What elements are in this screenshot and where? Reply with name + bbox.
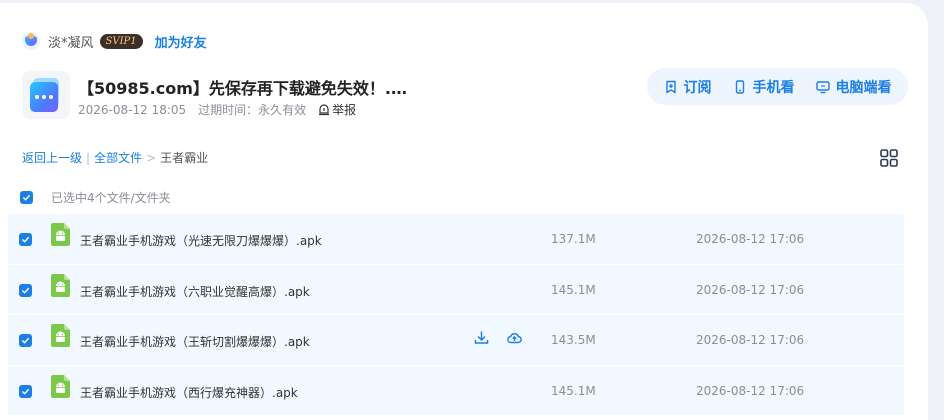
mobile-view-button[interactable]: 手机看 — [733, 77, 795, 97]
file-row[interactable]: 王者霸业手机游戏（王斩切割爆爆爆）.apk 143.5M 2026-08-12 … — [8, 315, 904, 366]
back-link[interactable]: 返回上一级 — [22, 149, 82, 166]
file-size: 137.1M — [551, 232, 596, 246]
file-name[interactable]: 王者霸业手机游戏（王斩切割爆爆爆）.apk — [80, 333, 310, 350]
alert-shield-icon — [319, 103, 330, 115]
expire-label: 过期时间： — [198, 103, 259, 117]
file-checkbox[interactable] — [19, 334, 32, 347]
share-meta: 2026-08-12 18:05 过期时间： 永久有效 举报 — [78, 101, 356, 118]
user-avatar[interactable] — [22, 32, 40, 50]
report-label: 举报 — [332, 103, 357, 117]
sharer-info: 淡*凝风 SVIP1 加为好友 — [22, 31, 207, 51]
android-apk-icon — [51, 273, 70, 297]
checkmark-icon — [21, 388, 30, 395]
file-row[interactable]: 王者霸业手机游戏（西行爆充神器）.apk 145.1M 2026-08-12 1… — [8, 365, 904, 416]
android-apk-icon — [51, 223, 70, 246]
checkmark-icon — [21, 287, 30, 294]
checkmark-icon — [21, 236, 30, 243]
file-size: 145.1M — [551, 282, 596, 297]
select-all-checkbox[interactable] — [20, 191, 33, 204]
vip-badge: SVIP1 — [99, 33, 143, 49]
share-title: 【50985.com】先保存再下载避免失效！.… — [78, 79, 407, 98]
selection-summary: 已选中4个文件/文件夹 — [51, 191, 171, 205]
file-size: 143.5M — [551, 333, 596, 347]
file-name[interactable]: 王者霸业手机游戏（六职业觉醒高爆）.apk — [80, 283, 310, 300]
mobile-view-label: 手机看 — [752, 79, 795, 96]
file-checkbox[interactable] — [19, 384, 32, 398]
file-date: 2026-08-12 17:06 — [696, 282, 805, 297]
subscribe-label: 订阅 — [683, 79, 712, 96]
current-folder: 王者霸业 — [160, 151, 209, 165]
monitor-icon — [815, 80, 830, 93]
file-date: 2026-08-12 17:06 — [696, 333, 805, 347]
android-apk-icon — [51, 324, 70, 347]
checkmark-icon — [21, 337, 30, 344]
download-icon[interactable] — [474, 330, 489, 345]
file-name[interactable]: 王者霸业手机游戏（光速无限刀爆爆爆）.apk — [80, 232, 322, 249]
subscribe-button[interactable]: 订阅 — [664, 77, 712, 97]
share-folder-icon — [22, 71, 70, 119]
cloud-save-icon[interactable] — [507, 330, 522, 345]
breadcrumb-separator: > — [146, 150, 157, 165]
share-page-card: 淡*凝风 SVIP1 加为好友 【50985.com】先保存再下载避免失效！.…… — [0, 3, 928, 420]
file-row[interactable]: 王者霸业手机游戏（光速无限刀爆爆爆）.apk 137.1M 2026-08-12… — [8, 214, 904, 265]
report-button[interactable]: 举报 — [318, 101, 356, 118]
breadcrumb-divider: | — [86, 150, 91, 165]
file-list: 王者霸业手机游戏（光速无限刀爆爆爆）.apk 137.1M 2026-08-12… — [8, 214, 904, 416]
share-created-time: 2026-08-12 18:05 — [78, 102, 187, 117]
row-actions — [474, 330, 522, 345]
file-row[interactable]: 王者霸业手机游戏（六职业觉醒高爆）.apk 145.1M 2026-08-12 … — [8, 264, 904, 315]
username[interactable]: 淡*凝风 — [48, 32, 94, 51]
bookmark-plus-icon — [665, 80, 676, 93]
file-name[interactable]: 王者霸业手机游戏（西行爆充神器）.apk — [80, 384, 298, 401]
expire-value: 永久有效 — [258, 103, 307, 117]
phone-icon — [735, 79, 744, 94]
android-apk-icon — [51, 374, 70, 398]
grid-view-icon[interactable] — [880, 149, 898, 167]
desktop-view-button[interactable]: 电脑端看 — [815, 77, 892, 97]
file-size: 145.1M — [551, 383, 596, 398]
select-all-row: 已选中4个文件/文件夹 — [20, 189, 171, 206]
file-date: 2026-08-12 17:06 — [696, 383, 805, 398]
file-checkbox[interactable] — [19, 283, 32, 297]
add-friend-link[interactable]: 加为好友 — [155, 32, 207, 51]
file-date: 2026-08-12 17:06 — [696, 232, 805, 246]
share-actions: 订阅 手机看 电脑端看 — [647, 68, 908, 105]
all-files-link[interactable]: 全部文件 — [94, 149, 142, 166]
file-checkbox[interactable] — [19, 233, 32, 246]
checkmark-icon — [22, 194, 31, 201]
desktop-view-label: 电脑端看 — [835, 79, 892, 96]
breadcrumb: 返回上一级 | 全部文件 > 王者霸业 — [22, 149, 208, 166]
